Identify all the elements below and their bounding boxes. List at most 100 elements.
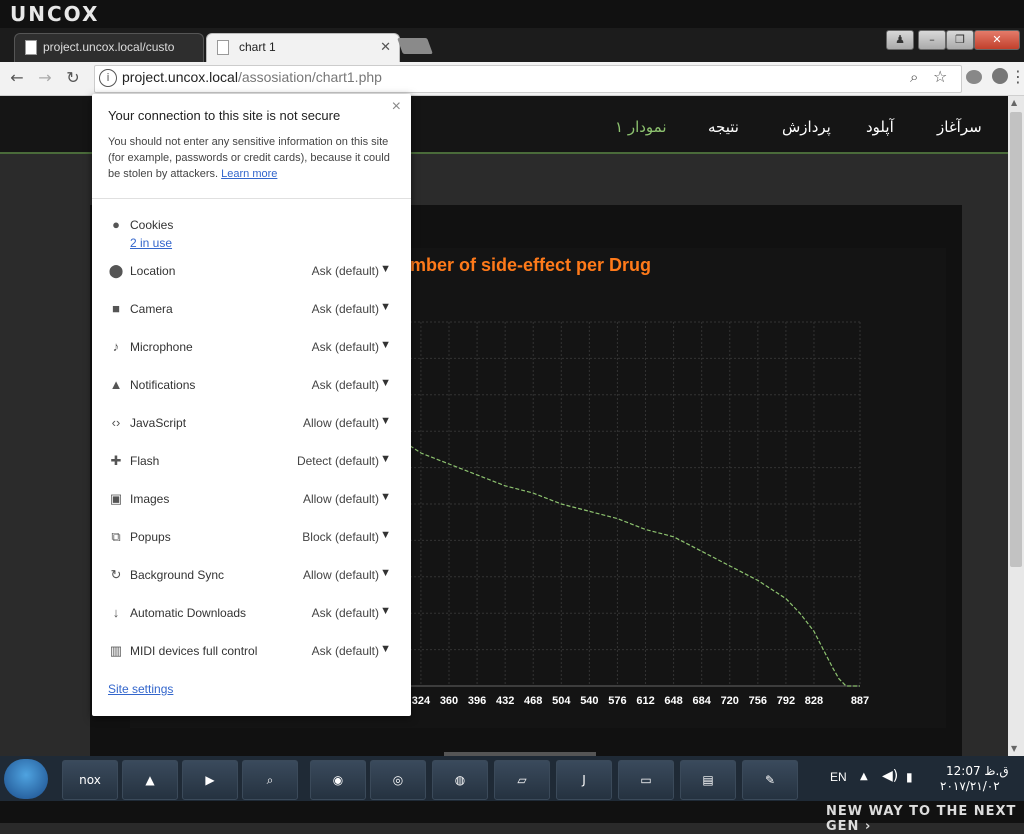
- permission-select[interactable]: Ask (default): [312, 340, 379, 354]
- camera-icon: ■: [112, 301, 120, 316]
- close-icon[interactable]: ×: [392, 98, 401, 116]
- image-icon: ▣: [109, 491, 123, 506]
- camera-app-icon[interactable]: ◎: [370, 760, 426, 800]
- network-icon[interactable]: ▮: [906, 770, 913, 784]
- popup-description: You should not enter any sensitive infor…: [108, 136, 390, 180]
- permission-select[interactable]: Ask (default): [312, 606, 379, 620]
- permission-label: Flash: [130, 454, 160, 468]
- permission-label: Location: [130, 264, 176, 278]
- caret-down-icon[interactable]: ▼: [380, 567, 391, 579]
- permission-select[interactable]: Ask (default): [312, 302, 379, 316]
- scroll-down-icon[interactable]: ▼: [1011, 744, 1017, 753]
- permission-select[interactable]: Ask (default): [312, 264, 379, 278]
- volume-icon[interactable]: ◀): [882, 768, 898, 784]
- language-indicator[interactable]: EN: [830, 770, 847, 784]
- permission-cookies: ● Cookies: [92, 214, 411, 238]
- caret-down-icon[interactable]: ▼: [380, 643, 391, 655]
- permission-flash: ✚ Flash Detect (default) ▼: [92, 450, 411, 474]
- caret-down-icon[interactable]: ▼: [380, 605, 391, 617]
- scroll-up-icon[interactable]: ▲: [1011, 98, 1017, 107]
- x-tick-label: 684: [693, 695, 712, 707]
- download-icon: ↓: [112, 605, 120, 620]
- x-tick-label: 432: [496, 695, 514, 707]
- site-settings-link[interactable]: Site settings: [108, 682, 173, 696]
- sticky-notes-icon[interactable]: ▱: [494, 760, 550, 800]
- location-icon: ⬤: [108, 263, 124, 278]
- permission-select[interactable]: Allow (default): [303, 492, 379, 506]
- permission-select[interactable]: Ask (default): [312, 378, 379, 392]
- permission-select[interactable]: Detect (default): [297, 454, 379, 468]
- tray-arrow-icon[interactable]: ▲: [860, 771, 868, 782]
- permission-label: Notifications: [130, 378, 196, 392]
- microphone-icon: ♪: [112, 339, 120, 354]
- x-tick-label: 720: [721, 695, 739, 707]
- chrome-icon[interactable]: ◍: [432, 760, 488, 800]
- x-tick-label: 504: [552, 695, 571, 707]
- permission-select[interactable]: Allow (default): [303, 416, 379, 430]
- permission-label: MIDI devices full control: [130, 644, 258, 658]
- caret-down-icon[interactable]: ▼: [380, 339, 391, 351]
- x-tick-label: 468: [524, 695, 542, 707]
- winrar-icon[interactable]: ▤: [680, 760, 736, 800]
- caret-down-icon[interactable]: ▼: [380, 491, 391, 503]
- permission-label: Cookies: [130, 218, 174, 232]
- popup-blocked-icon: ⧉: [111, 529, 121, 544]
- x-tick-label: 396: [468, 695, 486, 707]
- caret-down-icon[interactable]: ▼: [380, 529, 391, 541]
- divider: [92, 198, 411, 199]
- clock-time[interactable]: 12:07 ق.ظ: [946, 764, 1009, 778]
- x-tick-label: 360: [440, 695, 458, 707]
- cookies-in-use-link[interactable]: 2 in use: [130, 236, 172, 250]
- midi-icon: ▥: [109, 643, 123, 658]
- permission-background-sync: ↻ Background Sync Allow (default) ▼: [92, 564, 411, 588]
- cookie-icon: ●: [112, 217, 120, 232]
- x-tick-label: 828: [805, 695, 823, 707]
- permission-select[interactable]: Ask (default): [312, 644, 379, 658]
- firefox-icon[interactable]: ◉: [310, 760, 366, 800]
- permission-label: Popups: [130, 530, 171, 544]
- permission-microphone: ♪ Microphone Ask (default) ▼: [92, 336, 411, 360]
- sync-icon: ↻: [110, 567, 122, 582]
- learn-more-link[interactable]: Learn more: [221, 168, 277, 180]
- caret-down-icon[interactable]: ▼: [380, 263, 391, 275]
- android-studio-icon[interactable]: ▲: [122, 760, 178, 800]
- x-tick-label: 887: [851, 695, 869, 707]
- permission-select[interactable]: Block (default): [302, 530, 379, 544]
- x-tick-label: 648: [664, 695, 682, 707]
- permission-location: ⬤ Location Ask (default) ▼: [92, 260, 411, 284]
- paint-icon[interactable]: ✎: [742, 760, 798, 800]
- permission-select[interactable]: Allow (default): [303, 568, 379, 582]
- code-icon: ‹›: [111, 415, 121, 430]
- x-tick-label: 576: [608, 695, 626, 707]
- permission-label: Camera: [130, 302, 173, 316]
- explorer-icon[interactable]: ▭: [618, 760, 674, 800]
- popup-title: Your connection to this site is not secu…: [108, 108, 341, 123]
- permission-label: Background Sync: [130, 568, 225, 582]
- permission-automatic-downloads: ↓ Automatic Downloads Ask (default) ▼: [92, 602, 411, 626]
- clock-date[interactable]: ۲۰۱۷/۲۱/۰۲: [940, 779, 1000, 793]
- permission-label: Automatic Downloads: [130, 606, 247, 620]
- footer-tagline: NEW WAY TO THE NEXT GEN ›: [826, 804, 1017, 834]
- permission-label: JavaScript: [130, 416, 187, 430]
- permission-images: ▣ Images Allow (default) ▼: [92, 488, 411, 512]
- intellij-icon[interactable]: J: [556, 760, 612, 800]
- permission-javascript: ‹› JavaScript Allow (default) ▼: [92, 412, 411, 436]
- media-player-icon[interactable]: ▶: [182, 760, 238, 800]
- x-tick-label: 792: [777, 695, 795, 707]
- site-info-popup: Your connection to this site is not secu…: [92, 94, 411, 716]
- permission-label: Microphone: [130, 340, 193, 354]
- caret-down-icon[interactable]: ▼: [380, 415, 391, 427]
- scrollbar-thumb[interactable]: [1010, 112, 1022, 567]
- nox-icon[interactable]: nox: [62, 760, 118, 800]
- caret-down-icon[interactable]: ▼: [380, 453, 391, 465]
- bell-icon: ▲: [109, 377, 123, 392]
- search-app-icon[interactable]: ⌕: [242, 760, 298, 800]
- permission-camera: ■ Camera Ask (default) ▼: [92, 298, 411, 322]
- caret-down-icon[interactable]: ▼: [380, 377, 391, 389]
- start-button[interactable]: [4, 759, 48, 799]
- puzzle-icon: ✚: [110, 453, 122, 468]
- permission-popups: ⧉ Popups Block (default) ▼: [92, 526, 411, 550]
- caret-down-icon[interactable]: ▼: [380, 301, 391, 313]
- x-tick-label: 540: [580, 695, 598, 707]
- x-tick-label: 324: [412, 695, 431, 707]
